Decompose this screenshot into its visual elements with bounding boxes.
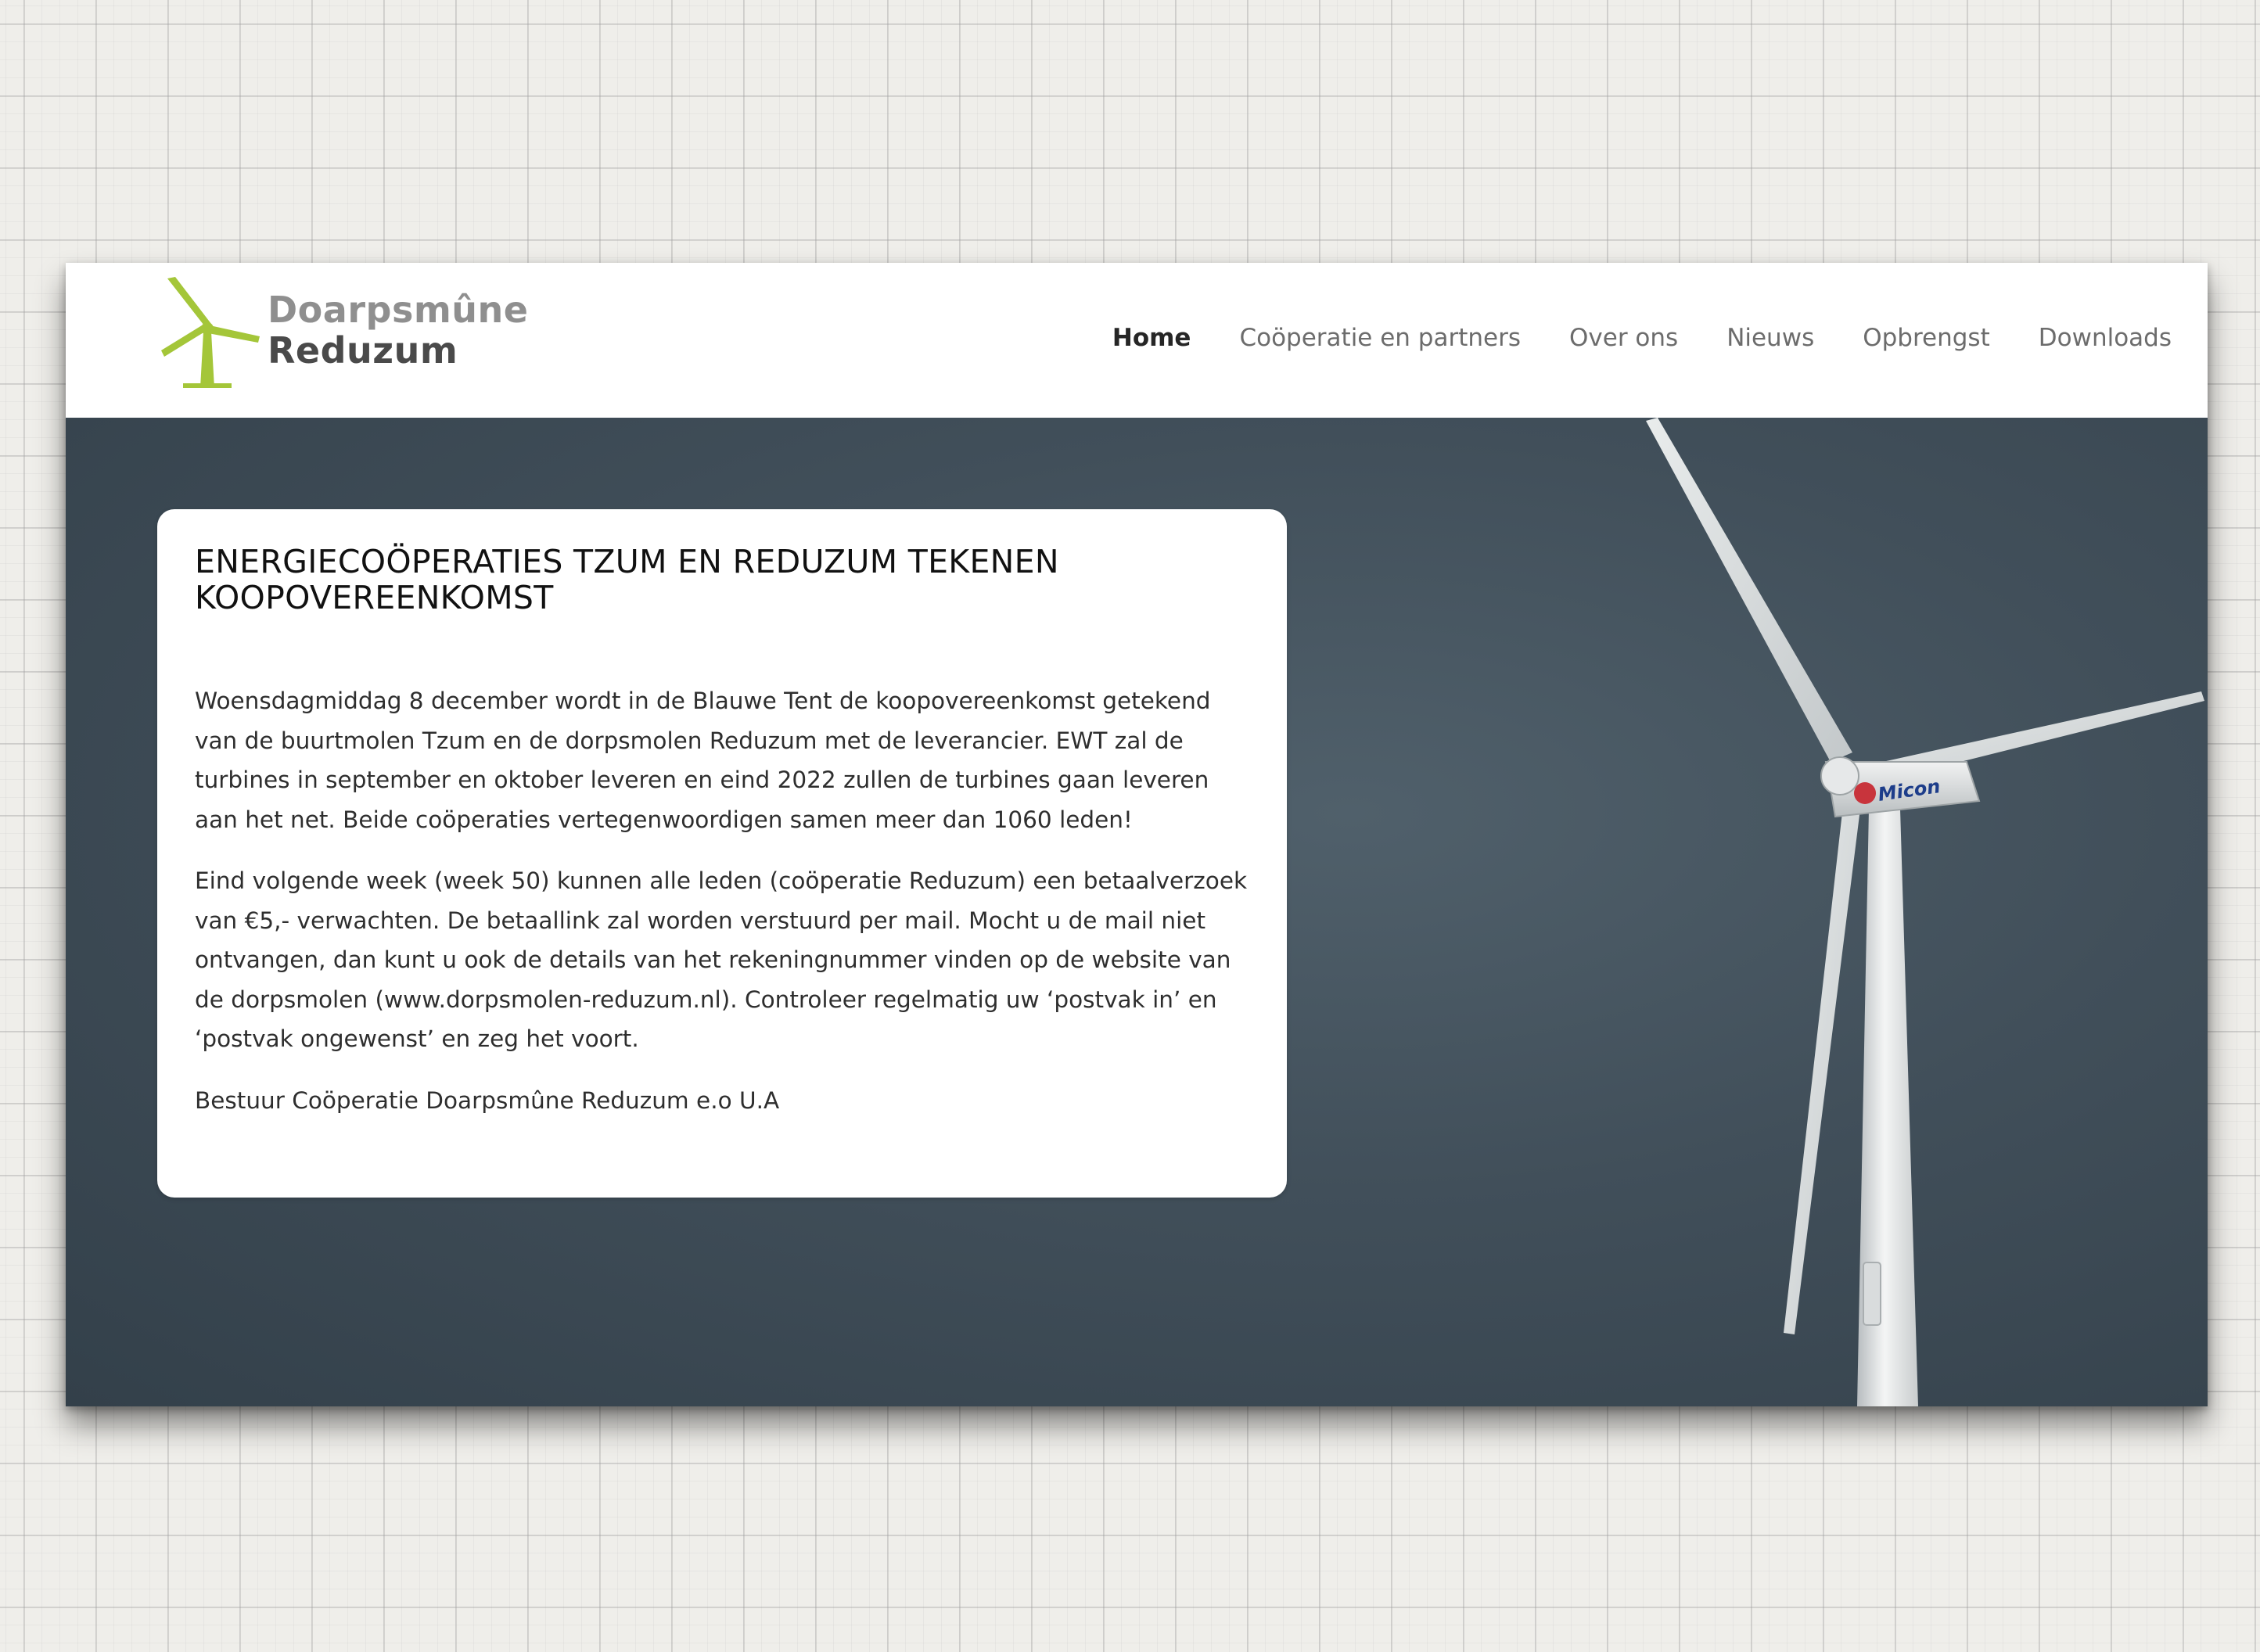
news-article-card: ENERGIECOÖPERATIES TZUM EN REDUZUM TEKEN… [157,509,1287,1198]
nav-item-over-ons[interactable]: Over ons [1569,318,1678,358]
logo-line-2: Reduzum [268,329,458,372]
wind-turbine-icon [161,277,260,388]
article-paragraph-1: Woensdagmiddag 8 december wordt in de Bl… [195,688,1211,833]
article-title: ENERGIECOÖPERATIES TZUM EN REDUZUM TEKEN… [195,543,1059,616]
site-logo[interactable]: Doarpsmûne Reduzum [160,274,528,390]
nav-item-opbrengst[interactable]: Opbrengst [1863,318,1990,358]
article-paragraph-2: Eind volgende week (week 50) kunnen alle… [195,867,1248,1052]
nav-item-cooperatie-en-partners[interactable]: Coöperatie en partners [1239,318,1521,358]
main-navigation: Home Coöperatie en partners Over ons Nie… [1112,318,2172,358]
hero-section: Micon ENERGIECOÖPERATIES TZUM EN REDUZUM… [66,418,2208,1406]
nav-item-downloads[interactable]: Downloads [2039,318,2172,358]
nav-item-home[interactable]: Home [1112,318,1191,358]
browser-window: Doarpsmûne Reduzum Home Coöperatie en pa… [66,263,2208,1406]
logo-line-1: Doarpsmûne [268,289,529,331]
site-header: Doarpsmûne Reduzum Home Coöperatie en pa… [66,263,2208,418]
nav-item-nieuws[interactable]: Nieuws [1726,318,1814,358]
article-body: Woensdagmiddag 8 december wordt in de Bl… [195,681,1249,1120]
article-signature: Bestuur Coöperatie Doarpsmûne Reduzum e.… [195,1086,780,1114]
logo-text: Doarpsmûne Reduzum [268,289,528,371]
